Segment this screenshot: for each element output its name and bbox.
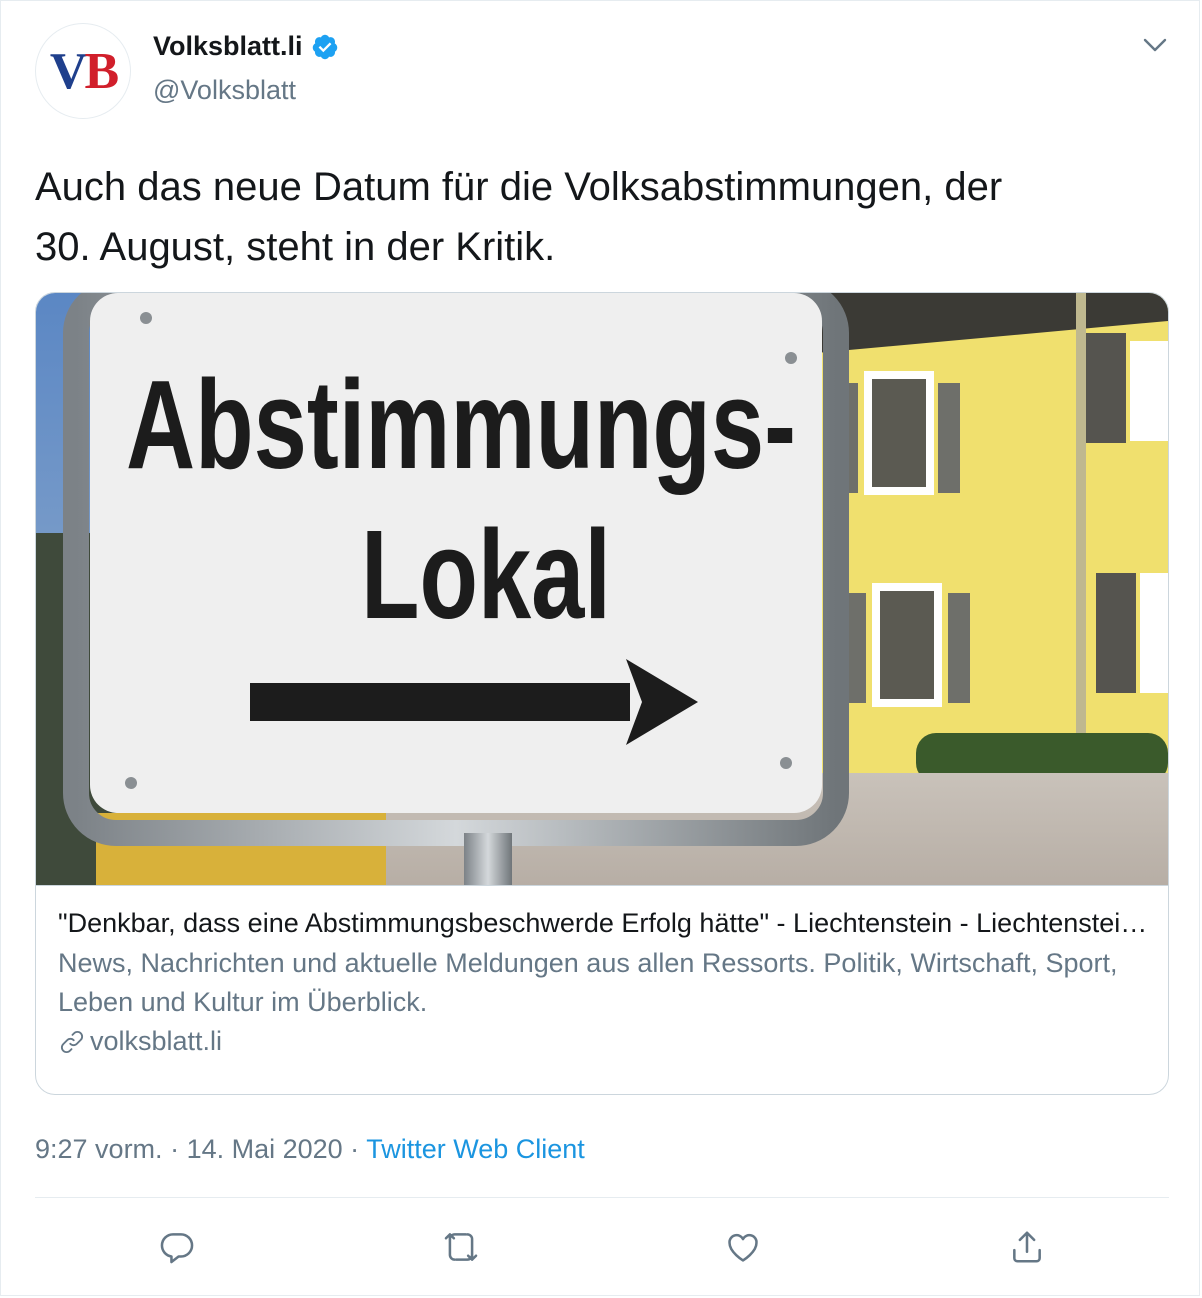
tweet-text-line-2: 30. August, steht in der Kritik. [35,225,556,269]
card-domain[interactable]: volksblatt.li [58,1026,222,1057]
avatar[interactable]: VB [35,23,131,119]
card-body[interactable]: "Denkbar, dass eine Abstimmungsbeschwerd… [36,885,1168,1094]
tweet-text-line-1: Auch das neue Datum für die Volksabstimm… [35,165,1003,209]
retweet-button[interactable] [441,1227,481,1267]
divider [35,1197,1169,1198]
verified-badge-icon [312,34,337,59]
chevron-down-icon[interactable] [1141,35,1169,55]
reply-button[interactable] [157,1227,197,1267]
handle[interactable]: @Volksblatt [153,75,296,106]
card-domain-text: volksblatt.li [90,1026,223,1056]
avatar-letter-v: V [49,42,88,100]
tweet-client[interactable]: Twitter Web Client [366,1134,585,1164]
tweet-card: VB Volksblatt.li @Volksblatt Auch das ne… [0,0,1200,1296]
meta-separator: · [162,1134,187,1164]
card-title[interactable]: "Denkbar, dass eine Abstimmungsbeschwerd… [58,904,1148,942]
sign-text-line-1: Abstimmungs- [126,354,796,495]
meta-separator: · [342,1134,367,1164]
sign-text-line-2: Lokal [361,504,611,645]
name-row: Volksblatt.li [153,31,339,62]
share-button[interactable] [1007,1227,1047,1267]
retweet-icon [444,1233,478,1261]
heart-icon [728,1233,758,1262]
display-name[interactable]: Volksblatt.li [153,31,303,62]
link-preview-card[interactable]: Abstimmungs- Lokal "Denkbar, dass eine A… [35,292,1169,1095]
avatar-letter-b: B [84,42,119,100]
share-icon [1013,1231,1041,1263]
tweet-text: Auch das neue Datum für die Volksabstimm… [35,157,1165,277]
link-icon [60,1030,84,1053]
like-button[interactable] [723,1227,763,1267]
tweet-date[interactable]: 14. Mai 2020 [187,1134,343,1164]
card-description: News, Nachrichten und aktuelle Meldungen… [58,948,1118,1017]
reply-icon [160,1233,194,1264]
tweet-meta: 9:27 vorm. · 14. Mai 2020 · Twitter Web … [35,1129,585,1169]
card-image[interactable]: Abstimmungs- Lokal [36,293,1168,885]
tweet-time[interactable]: 9:27 vorm. [35,1134,163,1164]
